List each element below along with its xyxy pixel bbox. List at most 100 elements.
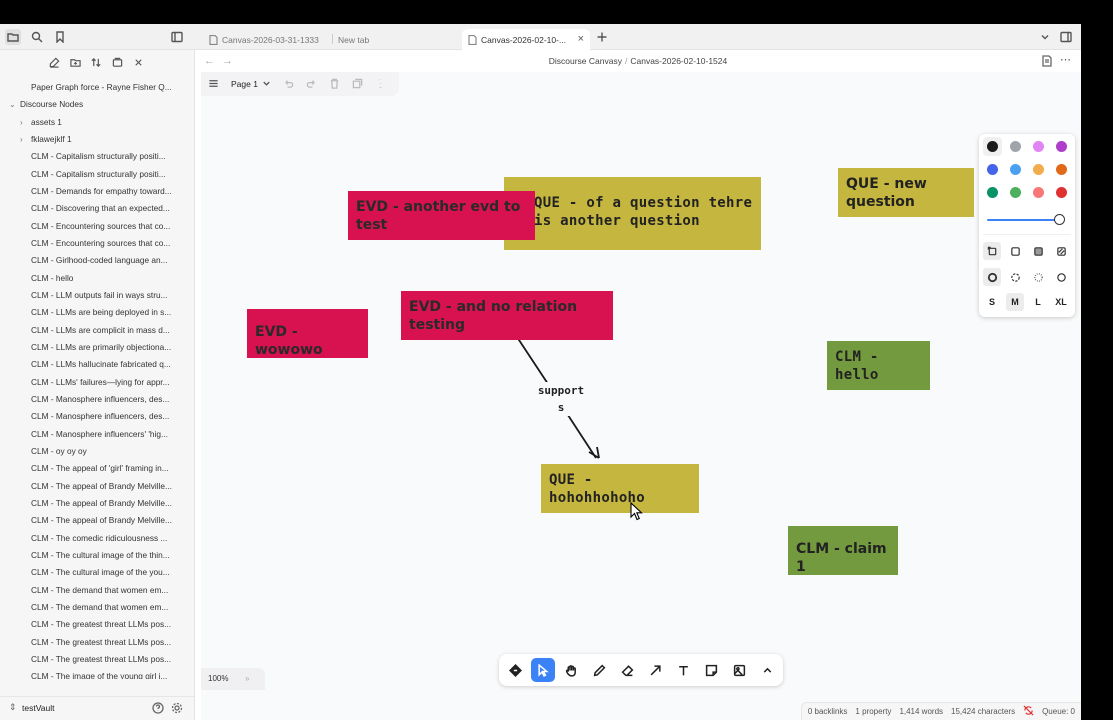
tree-item[interactable]: CLM - The appeal of Brandy Melville...	[31, 512, 181, 529]
hand-tool-icon[interactable]	[559, 658, 583, 682]
note-tool-icon[interactable]	[699, 658, 723, 682]
tree-item[interactable]: CLM - Manosphere influencers, des...	[31, 408, 181, 425]
sync-disabled-icon[interactable]	[1023, 705, 1034, 718]
new-note-icon[interactable]	[46, 54, 62, 70]
size-xl-button[interactable]: XL	[1052, 293, 1070, 311]
tree-item[interactable]: CLM - Encountering sources that co...	[31, 218, 181, 235]
tree-item[interactable]: CLM - hello	[31, 270, 181, 287]
settings-gear-icon[interactable]	[171, 702, 183, 714]
new-tab-icon[interactable]	[594, 29, 610, 45]
tab-new-tab[interactable]: New tab	[332, 29, 456, 50]
tree-item[interactable]: CLM - The comedic ridiculousness ...	[31, 530, 181, 547]
stroke-dotted-icon[interactable]	[1029, 268, 1047, 286]
tree-item[interactable]: CLM - Girlhood-coded language an...	[31, 252, 181, 269]
sort-icon[interactable]	[88, 54, 104, 70]
vault-name[interactable]: testVault	[22, 703, 54, 713]
color-swatch-light-blue[interactable]	[1010, 164, 1021, 175]
opacity-slider-track[interactable]	[987, 219, 1059, 221]
size-m-button[interactable]: M	[1006, 293, 1024, 311]
fill-semi-icon[interactable]	[1006, 242, 1024, 260]
tree-item[interactable]: CLM - The cultural image of the you...	[31, 564, 181, 581]
node-evd-another[interactable]: EVD - another evd to test	[348, 191, 535, 240]
color-swatch-violet[interactable]	[1056, 141, 1067, 152]
color-swatch-black[interactable]	[983, 137, 1002, 156]
color-swatch-light-violet[interactable]	[1033, 141, 1044, 152]
edge-label[interactable]: support s	[533, 382, 589, 416]
node-clm-hello[interactable]: CLM - hello	[827, 341, 930, 390]
backlinks-count[interactable]: 0 backlinks	[808, 707, 848, 716]
color-swatch-orange[interactable]	[1056, 164, 1067, 175]
tree-item-paper-graph[interactable]: Paper Graph force - Rayne Fisher Q...	[31, 79, 181, 96]
right-sidebar-toggle-icon[interactable]	[1058, 29, 1074, 45]
tree-item[interactable]: CLM - Manosphere influencers, des...	[31, 391, 181, 408]
text-tool-icon[interactable]	[671, 658, 695, 682]
tree-item[interactable]: CLM - The cultural image of the thin...	[31, 547, 181, 564]
tab-list-chevron-icon[interactable]	[1037, 29, 1053, 45]
collapse-all-icon[interactable]	[109, 54, 125, 70]
tree-item[interactable]: CLM - LLMs hallucinate fabricated q...	[31, 356, 181, 373]
zoom-menu[interactable]: 100% »	[201, 668, 265, 690]
tree-item[interactable]: CLM - Encountering sources that co...	[31, 235, 181, 252]
stroke-dashed-icon[interactable]	[1006, 268, 1024, 286]
tree-item[interactable]: CLM - The greatest threat LLMs pos...	[31, 651, 181, 668]
toggle-sidebar-icon[interactable]	[169, 29, 185, 45]
node-que-another-question[interactable]: QUE - of a question tehre is another que…	[504, 177, 761, 250]
tree-item[interactable]: CLM - LLMs' failures—lying for appr...	[31, 374, 181, 391]
size-l-button[interactable]: L	[1029, 293, 1047, 311]
color-swatch-light-green[interactable]	[1010, 187, 1021, 198]
node-que-new-question[interactable]: QUE - new question	[838, 168, 974, 217]
tree-item[interactable]: CLM - oy oy oy	[31, 443, 181, 460]
discourse-node-tool-icon[interactable]	[503, 658, 527, 682]
tree-item[interactable]: CLM - The greatest threat LLMs pos...	[31, 634, 181, 651]
node-clm-claim-1[interactable]: CLM - claim 1	[788, 526, 898, 575]
draw-pencil-icon[interactable]	[587, 658, 611, 682]
color-swatch-light-red[interactable]	[1033, 187, 1044, 198]
tree-item[interactable]: CLM - The demand that women em...	[31, 599, 181, 616]
tab-canvas-0331[interactable]: Canvas-2026-03-31-1333	[203, 29, 327, 50]
new-folder-icon[interactable]	[67, 54, 83, 70]
tree-item[interactable]: CLM - The appeal of 'girl' framing in...	[31, 460, 181, 477]
close-explorer-icon[interactable]	[130, 54, 146, 70]
breadcrumb-file[interactable]: Canvas-2026-02-10-1524	[630, 56, 727, 66]
close-tab-icon[interactable]: ×	[578, 33, 584, 45]
color-swatch-red[interactable]	[1056, 187, 1067, 198]
zoom-level[interactable]: 100%	[208, 674, 228, 683]
tree-item[interactable]: CLM - LLM outputs fail in ways stru...	[31, 287, 181, 304]
tree-item[interactable]: CLM - LLMs are complicit in mass d...	[31, 322, 181, 339]
fill-none-icon[interactable]	[983, 242, 1001, 260]
size-s-button[interactable]: S	[983, 293, 1001, 311]
arrow-tool-icon[interactable]	[643, 658, 667, 682]
stroke-solid-icon[interactable]	[1052, 268, 1070, 286]
tree-item[interactable]: CLM - LLMs are being deployed in s...	[31, 304, 181, 321]
breadcrumb-folder[interactable]: Discourse Canvasy	[549, 56, 622, 66]
properties-count[interactable]: 1 property	[855, 707, 891, 716]
vault-chevron-icon[interactable]: ⇕	[9, 702, 17, 713]
tree-item[interactable]: CLM - Capitalism structurally positi...	[31, 148, 181, 165]
stroke-draw-icon[interactable]	[983, 268, 1001, 286]
fill-solid-icon[interactable]	[1029, 242, 1047, 260]
tree-item[interactable]: CLM - LLMs are primarily objectiona...	[31, 339, 181, 356]
tree-item[interactable]: CLM - The image of the young girl i...	[31, 668, 181, 679]
fill-pattern-icon[interactable]	[1052, 242, 1070, 260]
tree-item[interactable]: CLM - The greatest threat LLMs pos...	[31, 616, 181, 633]
more-tools-chevron-icon[interactable]	[755, 658, 779, 682]
help-icon[interactable]	[152, 702, 164, 714]
color-swatch-yellow[interactable]	[1033, 164, 1044, 175]
expand-minimap-icon[interactable]: »	[245, 674, 249, 683]
select-tool-icon[interactable]	[531, 658, 555, 682]
node-evd-wowowo[interactable]: EVD - wowowo	[247, 309, 368, 358]
tab-canvas-0210[interactable]: Canvas-2026-02-10-... ×	[462, 29, 590, 50]
tree-folder-fklawejklf[interactable]: › fklawejklf 1	[20, 131, 181, 148]
opacity-slider-thumb[interactable]	[1054, 214, 1065, 225]
tree-item[interactable]: CLM - The appeal of Brandy Melville...	[31, 495, 181, 512]
tree-folder-discourse-nodes[interactable]: ⌄ Discourse Nodes	[9, 96, 180, 113]
search-icon[interactable]	[29, 29, 45, 45]
node-que-hohoho[interactable]: QUE - hohohhohoho	[541, 464, 699, 513]
tree-item[interactable]: CLM - The appeal of Brandy Melville...	[31, 478, 181, 495]
canvas-area[interactable]: Page 1 support s QUE - of a question teh…	[201, 72, 1081, 720]
bookmark-icon[interactable]	[52, 29, 68, 45]
image-tool-icon[interactable]	[727, 658, 751, 682]
tree-folder-assets[interactable]: › assets 1	[20, 114, 181, 131]
color-swatch-grey[interactable]	[1010, 141, 1021, 152]
color-swatch-green[interactable]	[987, 187, 998, 198]
